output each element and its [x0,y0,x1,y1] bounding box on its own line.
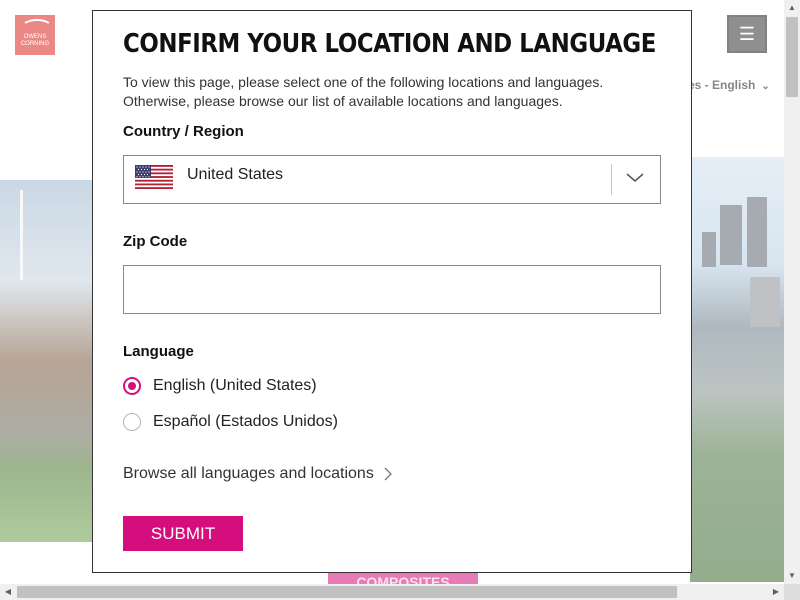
country-region-value: United States [187,166,284,183]
language-label: Language [123,343,194,360]
language-option-label: Español (Estados Unidos) [153,413,338,430]
zip-code-label: Zip Code [123,233,188,250]
submit-button[interactable]: SUBMIT [123,516,243,551]
scroll-right-arrow-icon[interactable]: ▶ [768,584,784,600]
scroll-up-arrow-icon[interactable]: ▲ [784,0,800,16]
chevron-right-icon [384,467,392,481]
us-flag-icon [135,165,173,189]
browse-link-label: Browse all languages and locations [123,465,374,482]
scroll-down-arrow-icon[interactable]: ▼ [784,568,800,584]
language-option-spanish[interactable]: Español (Estados Unidos) [123,413,338,431]
location-language-modal: CONFIRM YOUR LOCATION AND LANGUAGE To vi… [92,10,692,573]
horizontal-scrollbar[interactable]: ◀ ▶ [0,584,784,600]
scroll-left-arrow-icon[interactable]: ◀ [0,584,16,600]
chevron-down-icon[interactable] [626,170,644,184]
modal-title: CONFIRM YOUR LOCATION AND LANGUAGE [123,29,656,59]
select-divider [611,164,612,195]
zip-code-input[interactable] [123,265,661,314]
country-region-select[interactable]: United States [123,155,661,204]
radio-button[interactable] [123,413,141,431]
language-option-label: English (United States) [153,377,317,394]
vertical-scrollbar[interactable]: ▲ ▼ [784,0,800,584]
radio-button-selected[interactable] [123,377,141,395]
language-option-english[interactable]: English (United States) [123,377,317,395]
modal-description: To view this page, please select one of … [123,73,663,111]
browse-all-languages-link[interactable]: Browse all languages and locations [123,465,392,483]
vertical-scroll-thumb[interactable] [786,17,798,97]
country-region-label: Country / Region [123,123,244,140]
horizontal-scroll-thumb[interactable] [17,586,677,598]
scrollbar-corner [784,584,800,600]
modal-description-line2: Otherwise, please browse our list of ava… [123,93,563,109]
modal-description-line1: To view this page, please select one of … [123,74,604,90]
